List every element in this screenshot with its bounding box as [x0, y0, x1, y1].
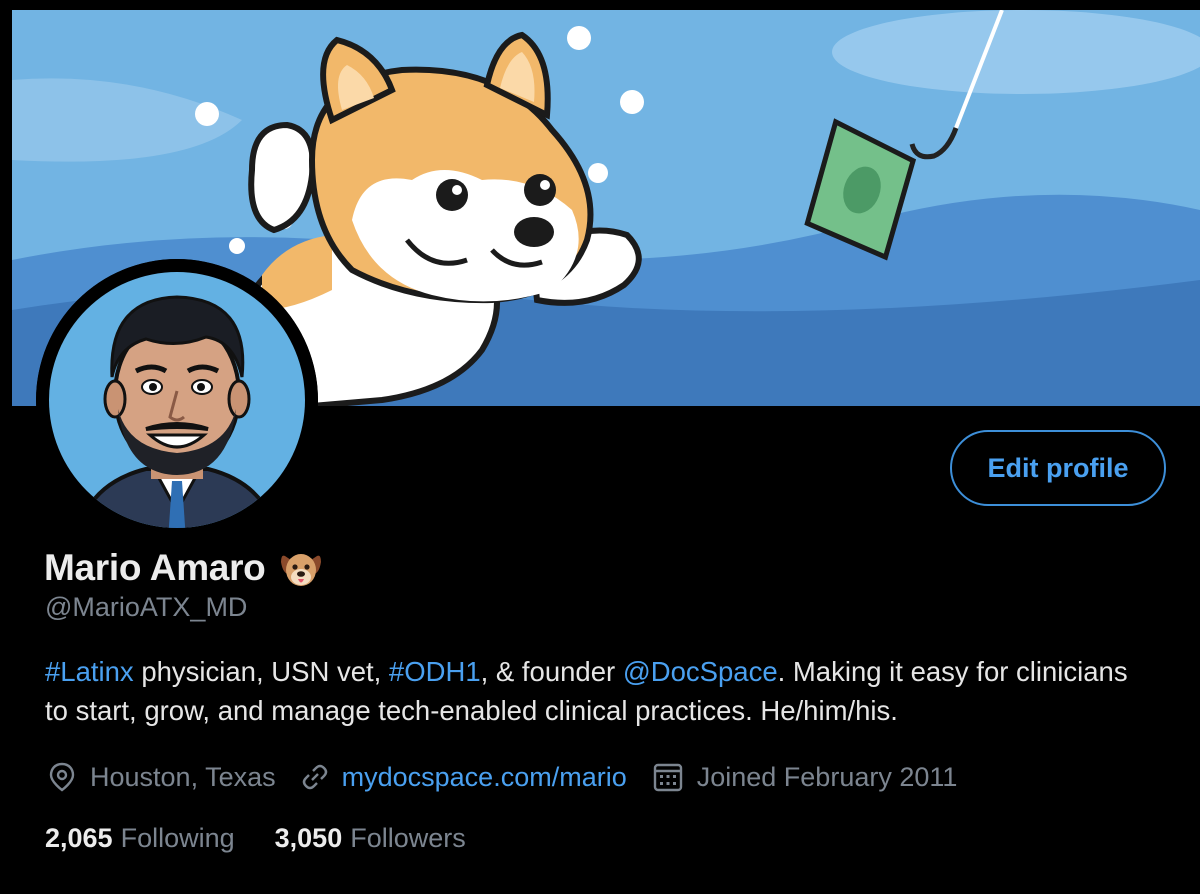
followers-count: 3,050 — [274, 822, 343, 853]
following-label: Following — [120, 822, 235, 853]
mention-docspace-link[interactable]: @DocSpace — [623, 656, 778, 687]
location-pin-icon — [49, 762, 75, 792]
profile-meta-row: Houston, Texas mydocspace.com/mario Join… — [48, 757, 957, 797]
calendar-icon — [653, 763, 682, 792]
profile-name-row: Mario Amaro — [44, 544, 325, 592]
profile-handle: @MarioATX_MD — [45, 592, 248, 622]
edit-profile-button[interactable]: Edit profile — [950, 430, 1166, 506]
link-icon — [302, 764, 327, 790]
following-count: 2,065 — [45, 822, 113, 853]
hashtag-latinx-link[interactable]: #Latinx — [45, 656, 134, 687]
profile-joined-date: Joined February 2011 — [653, 761, 958, 793]
website-link[interactable]: mydocspace.com/mario — [342, 762, 627, 793]
followers-label: Followers — [350, 822, 466, 853]
profile-location: Houston, Texas — [48, 762, 276, 793]
bio-text: , & founder — [480, 656, 623, 687]
location-text: Houston, Texas — [90, 761, 276, 792]
bio-text: physician, USN vet, — [133, 656, 389, 687]
profile-display-name: Mario Amaro — [44, 547, 266, 588]
hashtag-odh1-link[interactable]: #ODH1 — [389, 656, 481, 687]
dog-face-emoji-icon — [281, 554, 322, 586]
profile-follow-stats: 2,065 Following 3,050 Followers — [45, 818, 466, 858]
following-stat-link[interactable]: 2,065 Following — [45, 823, 235, 854]
profile-website[interactable]: mydocspace.com/mario — [300, 762, 627, 793]
profile-bio: #Latinx physician, USN vet, #ODH1, & fou… — [45, 652, 1145, 730]
joined-text: Joined February 2011 — [696, 761, 958, 792]
avatar-portrait-image — [36, 259, 318, 541]
profile-page: Edit profile Mario Amaro @MarioATX_MD #L… — [0, 0, 1200, 894]
profile-avatar[interactable] — [36, 259, 318, 541]
followers-stat-link[interactable]: 3,050 Followers — [275, 823, 466, 854]
